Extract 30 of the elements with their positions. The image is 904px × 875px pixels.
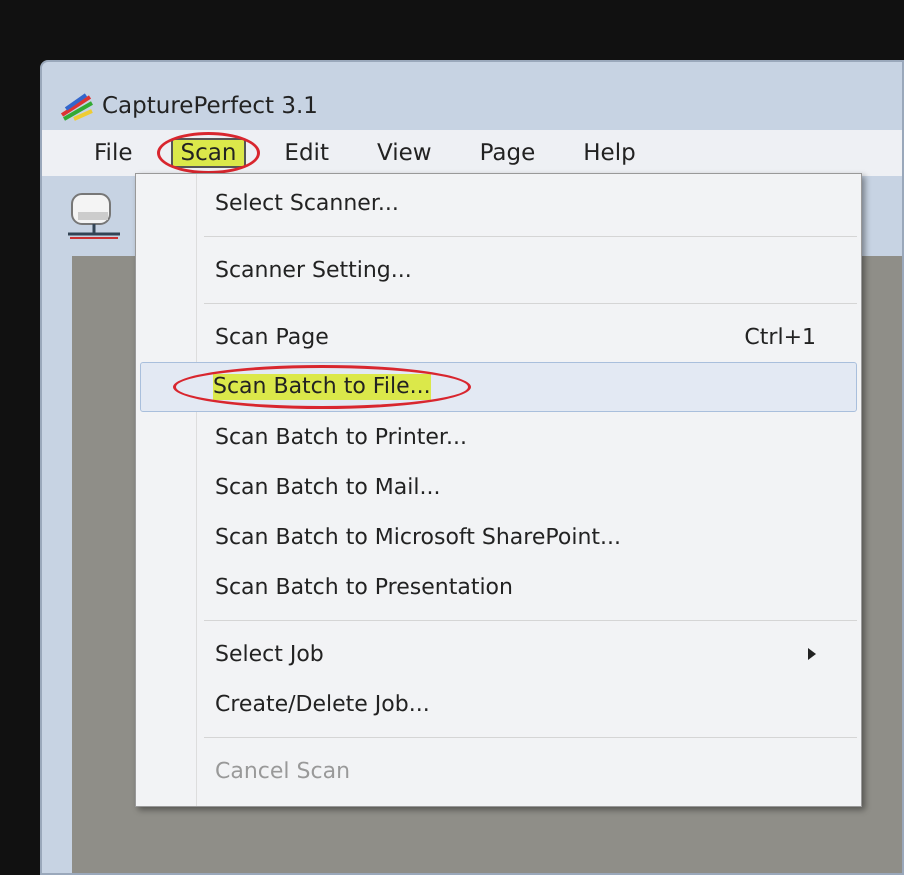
menu-item[interactable]: Select Job bbox=[140, 629, 857, 679]
app-logo-icon bbox=[60, 91, 94, 121]
shortcut-label: Ctrl+1 bbox=[744, 324, 816, 352]
menu-item-label: Scanner Setting... bbox=[214, 256, 413, 284]
menu-item-label: Scan Batch to File... bbox=[173, 365, 471, 409]
menu-item[interactable]: Scan Page Ctrl+1 bbox=[140, 312, 857, 362]
menu-item-label: Scan Batch to Printer... bbox=[214, 424, 468, 452]
menu-item-label: Scan Batch to Presentation bbox=[214, 574, 514, 602]
window-title: CapturePerfect 3.1 bbox=[102, 92, 318, 121]
menu-item-label: Select Job bbox=[214, 640, 325, 668]
menu-item-label: Scan Batch to Microsoft SharePoint... bbox=[214, 524, 622, 552]
menu-bar-item[interactable]: Help bbox=[559, 132, 660, 174]
menu-item[interactable]: Scan Batch to Presentation bbox=[140, 562, 857, 612]
menu-item-label: Cancel Scan bbox=[214, 758, 352, 786]
menu-item-label: Scan Page bbox=[214, 324, 330, 352]
menu-bar-item[interactable]: Scan bbox=[156, 132, 260, 174]
menu-item-label: Select Scanner... bbox=[214, 190, 400, 218]
menu-item[interactable]: Scanner Setting... bbox=[140, 245, 857, 295]
menu-item[interactable]: Scan Batch to File... bbox=[140, 362, 857, 412]
menu-item[interactable]: Create/Delete Job... bbox=[140, 679, 857, 729]
menu-bar-item[interactable]: Page bbox=[456, 132, 560, 174]
menu-item[interactable]: Scan Batch to Printer... bbox=[140, 412, 857, 462]
menu-bar-item[interactable]: View bbox=[352, 132, 456, 174]
menu-item-label: Scan Batch to Mail... bbox=[214, 474, 442, 502]
menu-item[interactable]: Select Scanner... bbox=[140, 178, 857, 228]
menu-item-label: Create/Delete Job... bbox=[214, 690, 431, 718]
menu-item[interactable]: Scan Batch to Microsoft SharePoint... bbox=[140, 512, 857, 562]
menu-item[interactable]: Scan Batch to Mail... bbox=[140, 462, 857, 512]
menu-bar-item[interactable]: Edit bbox=[260, 132, 353, 174]
menu-bar-item[interactable]: File bbox=[70, 132, 156, 174]
